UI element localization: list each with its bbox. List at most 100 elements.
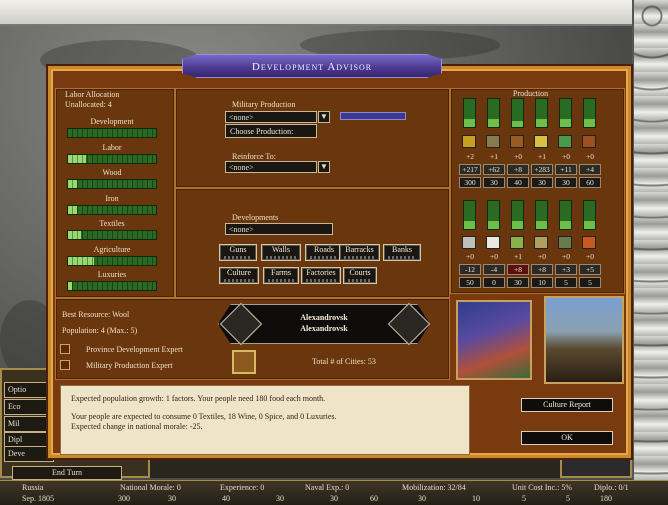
labor-slider[interactable] xyxy=(67,230,157,240)
labor-title: Labor Allocation xyxy=(65,90,120,99)
unit-cost: Unit Cost Inc.: 5% xyxy=(512,483,572,492)
production-level-bar xyxy=(511,98,524,128)
production-total: -4 xyxy=(483,264,505,275)
advisor-portrait xyxy=(544,296,624,384)
resource-count: 60 xyxy=(370,494,378,503)
production-delta: +0 xyxy=(586,252,594,261)
resource-count: 10 xyxy=(472,494,480,503)
production-total: +8 xyxy=(507,264,529,275)
resource-sheep-icon xyxy=(462,236,476,249)
developments-title: Developments xyxy=(232,213,279,222)
right-frame xyxy=(632,0,668,505)
production-level-fill xyxy=(584,118,595,127)
labor-label: Agriculture xyxy=(93,244,131,254)
reinforce-select[interactable]: <none> xyxy=(225,161,317,173)
labor-slider-ticks xyxy=(68,205,156,214)
game-date: Sep. 1805 xyxy=(22,494,54,503)
production-stock: 30 xyxy=(555,177,577,188)
production-delta: +0 xyxy=(562,252,570,261)
level-pips xyxy=(306,279,336,282)
production-stock: 40 xyxy=(507,177,529,188)
resource-horse-icon xyxy=(510,135,524,148)
production-total: +4 xyxy=(579,164,601,175)
production-level-bar xyxy=(583,98,596,128)
production-level-bar xyxy=(487,200,500,230)
province-expert-checkbox[interactable] xyxy=(60,344,70,354)
dev-button-farms[interactable]: Farms xyxy=(263,267,299,284)
end-turn-button[interactable]: End Turn xyxy=(12,466,122,480)
labor-slider[interactable] xyxy=(67,128,157,138)
production-level-fill xyxy=(512,220,523,229)
resource-count: 180 xyxy=(600,494,612,503)
reinforce-label: Reinforce To: xyxy=(232,152,276,161)
advisor-message-box: Expected population growth: 1 factors. Y… xyxy=(60,385,470,455)
production-delta: +0 xyxy=(514,152,522,161)
labor-label: Textiles xyxy=(99,219,125,228)
best-resource-icon xyxy=(232,350,256,374)
production-total: +217 xyxy=(459,164,481,175)
production-progress-bar xyxy=(340,112,406,120)
labor-label: Development xyxy=(90,117,134,126)
production-delta: +0 xyxy=(586,152,594,161)
production-total: +5 xyxy=(579,264,601,275)
labor-slider[interactable] xyxy=(67,179,157,189)
labor-slider[interactable] xyxy=(67,153,157,164)
resource-tools-icon xyxy=(486,135,500,148)
production-stock: 60 xyxy=(579,177,601,188)
dev-button-banks[interactable]: Banks xyxy=(383,244,421,261)
diplomacy-count: Diplo.: 0/1 xyxy=(594,483,629,492)
production-total: +62 xyxy=(483,164,505,175)
production-total: +8 xyxy=(531,264,553,275)
resource-wood-icon xyxy=(582,135,596,148)
message-consumption: Your people are expected to consume 0 Te… xyxy=(71,412,337,421)
production-level-fill xyxy=(488,118,499,127)
chevron-down-icon[interactable]: ▼ xyxy=(318,111,330,123)
military-production-select[interactable]: <none> xyxy=(225,111,317,123)
dev-button-barracks[interactable]: Barracks xyxy=(339,244,380,261)
choose-production-menu[interactable]: Choose Production: xyxy=(225,124,317,138)
hud-military-button[interactable]: Mil xyxy=(4,416,54,432)
production-stock: 30 xyxy=(483,177,505,188)
experience: Experience: 0 xyxy=(220,483,265,492)
labor-unallocated: Unallocated: 4 xyxy=(65,100,112,109)
labor-slider-ticks xyxy=(68,129,156,137)
production-level-bar xyxy=(535,200,548,230)
level-pips xyxy=(224,279,254,282)
resource-count: 30 xyxy=(276,494,284,503)
production-level-fill xyxy=(488,220,499,229)
hud-economy-button[interactable]: Eco xyxy=(4,399,54,415)
developments-select[interactable]: <none> xyxy=(225,223,333,235)
hud-development-button[interactable]: Deve xyxy=(4,446,54,462)
military-production-title: Military Production xyxy=(232,100,296,109)
production-total: +283 xyxy=(531,164,553,175)
dev-button-guns[interactable]: Guns xyxy=(219,244,257,261)
ok-button[interactable]: OK xyxy=(521,431,613,445)
province-minimap[interactable] xyxy=(456,300,532,380)
dev-button-walls[interactable]: Walls xyxy=(261,244,301,261)
dev-button-roads[interactable]: Roads xyxy=(305,244,343,261)
dialog-title: Development Advisor xyxy=(182,54,442,78)
dev-button-label: Guns xyxy=(229,245,247,254)
labor-slider[interactable] xyxy=(67,204,157,215)
dev-button-label: Factories xyxy=(306,268,336,277)
labor-slider-ticks xyxy=(68,154,156,163)
dev-button-factories[interactable]: Factories xyxy=(301,267,341,284)
level-pips xyxy=(266,256,296,259)
chevron-down-icon[interactable]: ▼ xyxy=(318,161,330,173)
military-expert-checkbox[interactable] xyxy=(60,360,70,370)
labor-slider-ticks xyxy=(68,231,156,239)
level-pips xyxy=(310,256,338,259)
level-pips xyxy=(268,279,294,282)
dev-button-courts[interactable]: Courts xyxy=(343,267,377,284)
resource-count: 5 xyxy=(566,494,570,503)
hud-options-button[interactable]: Optio xyxy=(4,382,54,398)
dev-button-culture[interactable]: Culture xyxy=(219,267,259,284)
production-delta: +1 xyxy=(490,152,498,161)
culture-report-button[interactable]: Culture Report xyxy=(521,398,613,412)
production-level-fill xyxy=(464,118,475,127)
labor-slider[interactable] xyxy=(67,281,157,291)
labor-slider-ticks xyxy=(68,256,156,265)
labor-slider[interactable] xyxy=(67,255,157,266)
level-pips xyxy=(344,256,375,259)
resource-count: 300 xyxy=(118,494,130,503)
